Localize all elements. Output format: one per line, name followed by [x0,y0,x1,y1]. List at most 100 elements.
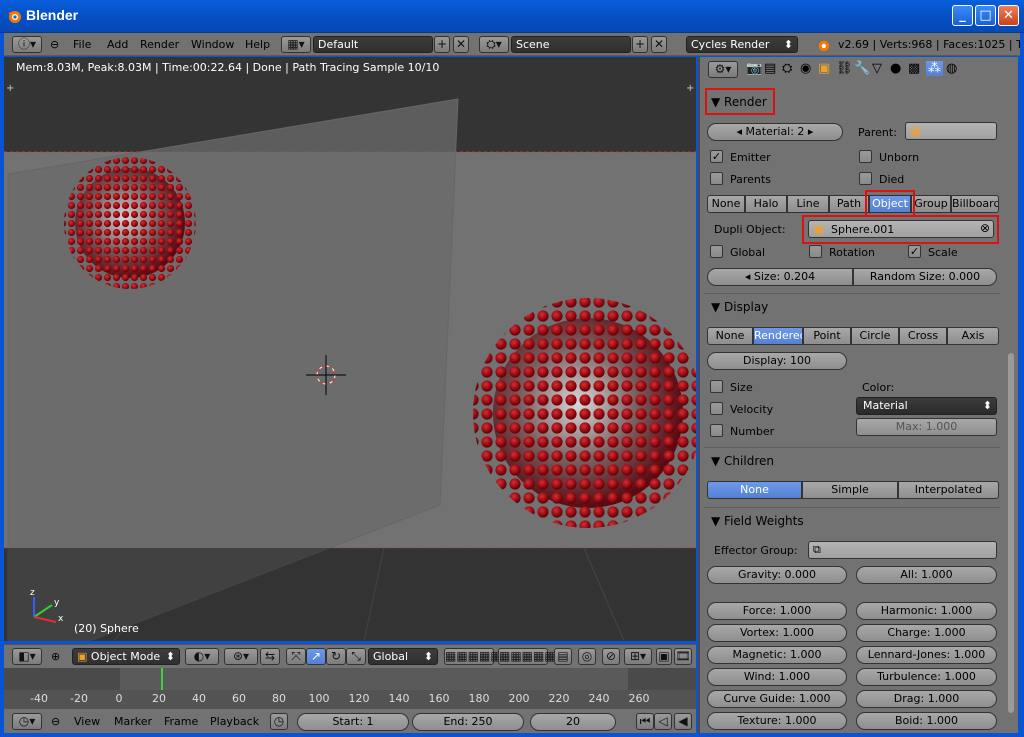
display-mode-circle[interactable]: Circle [851,327,899,345]
menu-render[interactable]: Render [140,38,179,51]
max-field[interactable]: Max: 1.000 [856,418,997,436]
render-engine-select[interactable]: Cycles Render ⬍ [686,36,798,53]
effector-group-field[interactable]: ⧉ [808,541,997,559]
texture-tab-icon[interactable]: ▩ [908,61,920,76]
orientation-select[interactable]: Global ⬍ [368,648,438,665]
pivot-point-select[interactable]: ⊛▾ [224,648,258,665]
render-type-path[interactable]: Path [829,195,869,213]
screen-layout-field[interactable]: Default [313,36,433,53]
layers-grid-b[interactable]: ▦▦▦▦▦ [498,648,556,665]
number-checkbox[interactable] [710,424,723,437]
velocity-checkbox[interactable] [710,402,723,415]
global-checkbox[interactable] [710,245,723,258]
timeline[interactable]: -40 -20 0 20 40 60 80 100 120 140 160 180 200 220 240 2… [4,668,696,708]
translate-icon[interactable]: ↗ [306,648,326,665]
field-weight-boid[interactable]: Boid: 1.000 [856,712,997,730]
editor-type-info-button[interactable]: ⓘ▾ [12,36,42,53]
children-mode-simple[interactable]: Simple [802,481,898,499]
display-mode-axis[interactable]: Axis [947,327,999,345]
end-frame-field[interactable]: End: 250 [412,713,524,731]
material-tab-icon[interactable]: ● [890,61,901,76]
preview-range-icon[interactable]: ◷ [270,713,288,730]
delete-scene-button[interactable]: ✕ [651,36,667,53]
field-weight-lennard-jones[interactable]: Lennard-Jones: 1.000 [856,646,997,664]
died-checkbox[interactable] [859,172,872,185]
prev-keyframe-icon[interactable]: ◁ [654,713,672,730]
rotate-icon[interactable]: ↻ [326,648,346,665]
menu-window[interactable]: Window [191,38,234,51]
field-weight-texture[interactable]: Texture: 1.000 [707,712,847,730]
menu-frame[interactable]: Frame [164,715,198,728]
render-type-none[interactable]: None [707,195,745,213]
modifiers-tab-icon[interactable]: 🔧 [854,61,870,76]
editor-type-properties-button[interactable]: ⚙▾ [708,61,738,78]
parents-checkbox[interactable] [710,172,723,185]
material-slot-field[interactable]: ◂ Material: 2 ▸ [707,123,843,141]
properties-scrollbar[interactable] [1008,353,1014,713]
gravity-field[interactable]: Gravity: 0.000 [707,566,847,584]
display-mode-rendered[interactable]: Rendered [753,327,803,345]
minimize-button[interactable]: _ [952,5,973,26]
translate-manipulator-icon[interactable]: ⤧ [286,648,306,665]
scene-icon[interactable]: ⛭▾ [479,36,509,53]
render-still-icon[interactable]: ▣ [656,648,672,665]
children-mode-none[interactable]: None [707,481,802,499]
collapse-menu-icon[interactable]: ⊖ [50,38,59,51]
3d-viewport[interactable]: + + Mem:8.03M, Peak:8.03M | Time:00:22.6… [4,57,696,641]
menu-file[interactable]: File [73,38,91,51]
proportional-edit-icon[interactable]: ◎ [578,648,596,665]
scale-checkbox[interactable]: ✓ [908,245,921,258]
render-tab-icon[interactable]: 📷 [746,61,762,76]
render-type-line[interactable]: Line [787,195,829,213]
current-frame-field[interactable]: 20 [530,713,616,731]
layers-grid-a[interactable]: ▦▦▦▦▦ [444,648,502,665]
particles-tab-icon[interactable]: ⁂ [926,61,943,76]
display-section-header[interactable]: ▼ Display [711,300,768,314]
all-field[interactable]: All: 1.000 [856,566,997,584]
rotation-checkbox[interactable] [809,245,822,258]
scene-field[interactable]: Scene [511,36,631,53]
editor-type-3d-button[interactable]: ◧▾ [12,648,42,665]
size-field[interactable]: ◂ Size: 0.204 [707,268,853,286]
field-weights-section-header[interactable]: ▼ Field Weights [711,514,804,528]
children-section-header[interactable]: ▼ Children [711,454,774,468]
scene-tab-icon[interactable]: ⛭ [782,61,792,76]
collapse-menu-icon[interactable]: ⊕ [51,650,60,663]
field-weight-vortex[interactable]: Vortex: 1.000 [707,624,847,642]
menu-add[interactable]: Add [107,38,128,51]
field-weight-force[interactable]: Force: 1.000 [707,602,847,620]
render-section-header[interactable]: ▼ Render [711,95,767,109]
snap-toggle-icon[interactable]: ⊘ [602,648,620,665]
jump-start-icon[interactable]: ⏮ [636,713,654,730]
field-weight-harmonic[interactable]: Harmonic: 1.000 [856,602,997,620]
menu-view[interactable]: View [74,715,100,728]
play-reverse-icon[interactable]: ◀ [674,713,692,730]
current-frame-marker[interactable] [161,668,163,690]
field-weight-wind[interactable]: Wind: 1.000 [707,668,847,686]
display-size-checkbox[interactable] [710,380,723,393]
random-size-field[interactable]: Random Size: 0.000 [853,268,997,286]
field-weight-magnetic[interactable]: Magnetic: 1.000 [707,646,847,664]
parent-field[interactable]: ▣ [905,122,997,140]
viewport-shading-select[interactable]: ◐▾ [185,648,219,665]
clear-field-icon[interactable]: ⊗ [980,221,990,235]
screen-layout-icon[interactable]: ▦▾ [281,36,311,53]
render-type-group[interactable]: Group [911,195,951,213]
world-tab-icon[interactable]: ◉ [800,61,811,76]
editor-type-timeline-button[interactable]: ◷▾ [12,713,42,730]
snap-element-select[interactable]: ⊞▾ [624,648,652,665]
render-anim-icon[interactable]: 🎞 [674,648,692,665]
field-weight-charge[interactable]: Charge: 1.000 [856,624,997,642]
manipulator-toggle[interactable]: ⇆ [260,648,280,665]
render-type-halo[interactable]: Halo [745,195,787,213]
collapse-menu-icon[interactable]: ⊖ [51,715,60,728]
field-weight-drag[interactable]: Drag: 1.000 [856,690,997,708]
color-select[interactable]: Material ⬍ [856,397,997,415]
render-layers-tab-icon[interactable]: ▤ [764,61,776,76]
menu-help[interactable]: Help [245,38,270,51]
display-mode-cross[interactable]: Cross [899,327,947,345]
data-tab-icon[interactable]: ▽ [872,61,882,76]
unborn-checkbox[interactable] [859,150,872,163]
constraints-tab-icon[interactable]: ⛓ [836,61,853,76]
display-percentage-field[interactable]: Display: 100 [707,352,847,370]
